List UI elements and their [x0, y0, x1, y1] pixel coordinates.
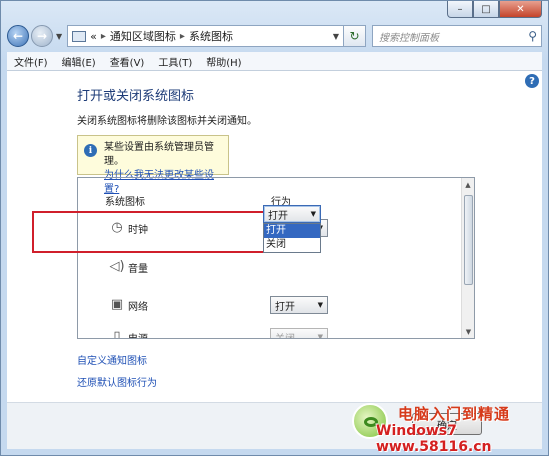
- close-button[interactable]: ✕: [499, 1, 542, 18]
- row-label: 电源: [128, 330, 148, 338]
- behavior-dropdown-volume[interactable]: 打开 ▼: [263, 205, 321, 223]
- help-icon[interactable]: ?: [525, 74, 539, 88]
- refresh-button[interactable]: ↻: [344, 25, 366, 47]
- page-description: 关闭系统图标将删除该图标并关闭通知。: [77, 116, 257, 127]
- chevron-down-icon: ▼: [310, 210, 316, 218]
- arrow-left-icon: ←: [12, 29, 24, 43]
- caption-buttons: – □ ✕: [447, 1, 542, 18]
- recent-pages-dropdown-icon[interactable]: ▼: [56, 32, 62, 41]
- dropdown-value: 打开: [275, 301, 295, 313]
- forward-button[interactable]: →: [31, 25, 53, 47]
- address-overflow[interactable]: «: [90, 30, 97, 43]
- vertical-scrollbar[interactable]: ▲ ▼: [461, 178, 474, 338]
- refresh-icon: ↻: [349, 29, 360, 43]
- column-header-icon: 系统图标: [105, 197, 145, 208]
- customize-notification-icons-link[interactable]: 自定义通知图标: [77, 352, 147, 367]
- speaker-icon: ◁): [109, 258, 125, 274]
- search-input[interactable]: 搜索控制面板 ⚲: [372, 25, 542, 47]
- menu-file[interactable]: 文件(F): [7, 54, 55, 69]
- menu-help[interactable]: 帮助(H): [199, 54, 248, 69]
- behavior-dropdown-power: 关闭 ▼: [270, 328, 328, 339]
- dropdown-value: 打开: [268, 210, 288, 222]
- dropdown-option-on[interactable]: 打开: [264, 224, 320, 238]
- page-title: 打开或关闭系统图标: [77, 89, 195, 104]
- scroll-up-icon[interactable]: ▲: [462, 178, 474, 191]
- watermark-top-text: 电脑入门到精通: [398, 405, 511, 423]
- list-item-volume: ◁) 音量: [78, 250, 462, 284]
- volume-dropdown-open[interactable]: 打开 ▼ 打开 关闭: [263, 205, 321, 253]
- chevron-down-icon: ▼: [317, 301, 323, 309]
- restore-default-behavior-link[interactable]: 还原默认图标行为: [77, 374, 157, 389]
- control-panel-window: – □ ✕ ← → ▼ « ▸ 通知区域图标 ▸ 系统图标 ▼ ↻ 搜索控制面板…: [0, 0, 549, 456]
- dropdown-options: 打开 关闭: [263, 223, 321, 253]
- scroll-thumb[interactable]: [464, 195, 473, 285]
- info-box: i 某些设置由系统管理员管理。 为什么我无法更改某些设置?: [77, 135, 229, 195]
- power-icon: ▯: [113, 328, 121, 339]
- address-bar[interactable]: « ▸ 通知区域图标 ▸ 系统图标 ▼: [67, 25, 344, 47]
- address-chevron-icon: ▸: [179, 30, 185, 42]
- breadcrumb-notification-icons[interactable]: 通知区域图标: [110, 28, 176, 44]
- search-placeholder: 搜索控制面板: [379, 32, 439, 44]
- menu-tools[interactable]: 工具(T): [151, 54, 199, 69]
- address-dropdown-icon[interactable]: ▼: [329, 32, 343, 41]
- highlight-annotation: [32, 211, 277, 253]
- site-watermark: 电脑入门到精通 Windows7 www.58116.cn: [346, 399, 549, 456]
- row-label: 网络: [128, 302, 148, 313]
- info-text: 某些设置由系统管理员管理。: [104, 142, 214, 167]
- breadcrumb-system-icons[interactable]: 系统图标: [189, 28, 233, 44]
- row-label: 音量: [128, 264, 148, 275]
- list-item-power: ▯ 电源 关闭 ▼: [78, 320, 462, 339]
- list-item-network: ▣ 网络 打开 ▼: [78, 288, 462, 322]
- behavior-dropdown-network[interactable]: 打开 ▼: [270, 296, 328, 314]
- menu-view[interactable]: 查看(V): [103, 54, 152, 69]
- scroll-down-icon[interactable]: ▼: [462, 325, 474, 338]
- menu-edit[interactable]: 编辑(E): [55, 54, 103, 69]
- arrow-right-icon: →: [36, 29, 48, 43]
- navigation-bar: ← → ▼ « ▸ 通知区域图标 ▸ 系统图标 ▼ ↻ 搜索控制面板 ⚲: [7, 23, 542, 49]
- system-icons-list: 系统图标 行为 ◷ 时钟 打开 ▼ ◁) 音量 ▣ 网络 打开 ▼: [77, 177, 475, 339]
- dropdown-option-off[interactable]: 关闭: [264, 238, 320, 252]
- info-icon: i: [84, 144, 97, 157]
- network-icon: ▣: [110, 296, 124, 312]
- control-panel-icon: [72, 30, 87, 42]
- search-icon[interactable]: ⚲: [528, 29, 537, 43]
- back-button[interactable]: ←: [7, 25, 29, 47]
- menu-bar: 文件(F) 编辑(E) 查看(V) 工具(T) 帮助(H): [7, 52, 542, 71]
- dropdown-value: 关闭: [275, 333, 295, 339]
- watermark-bottom-text: Windows7 www.58116.cn: [376, 423, 492, 455]
- address-chevron-icon: ▸: [100, 30, 106, 42]
- minimize-button[interactable]: –: [447, 1, 473, 18]
- maximize-button[interactable]: □: [473, 1, 499, 18]
- chevron-down-icon: ▼: [317, 333, 323, 339]
